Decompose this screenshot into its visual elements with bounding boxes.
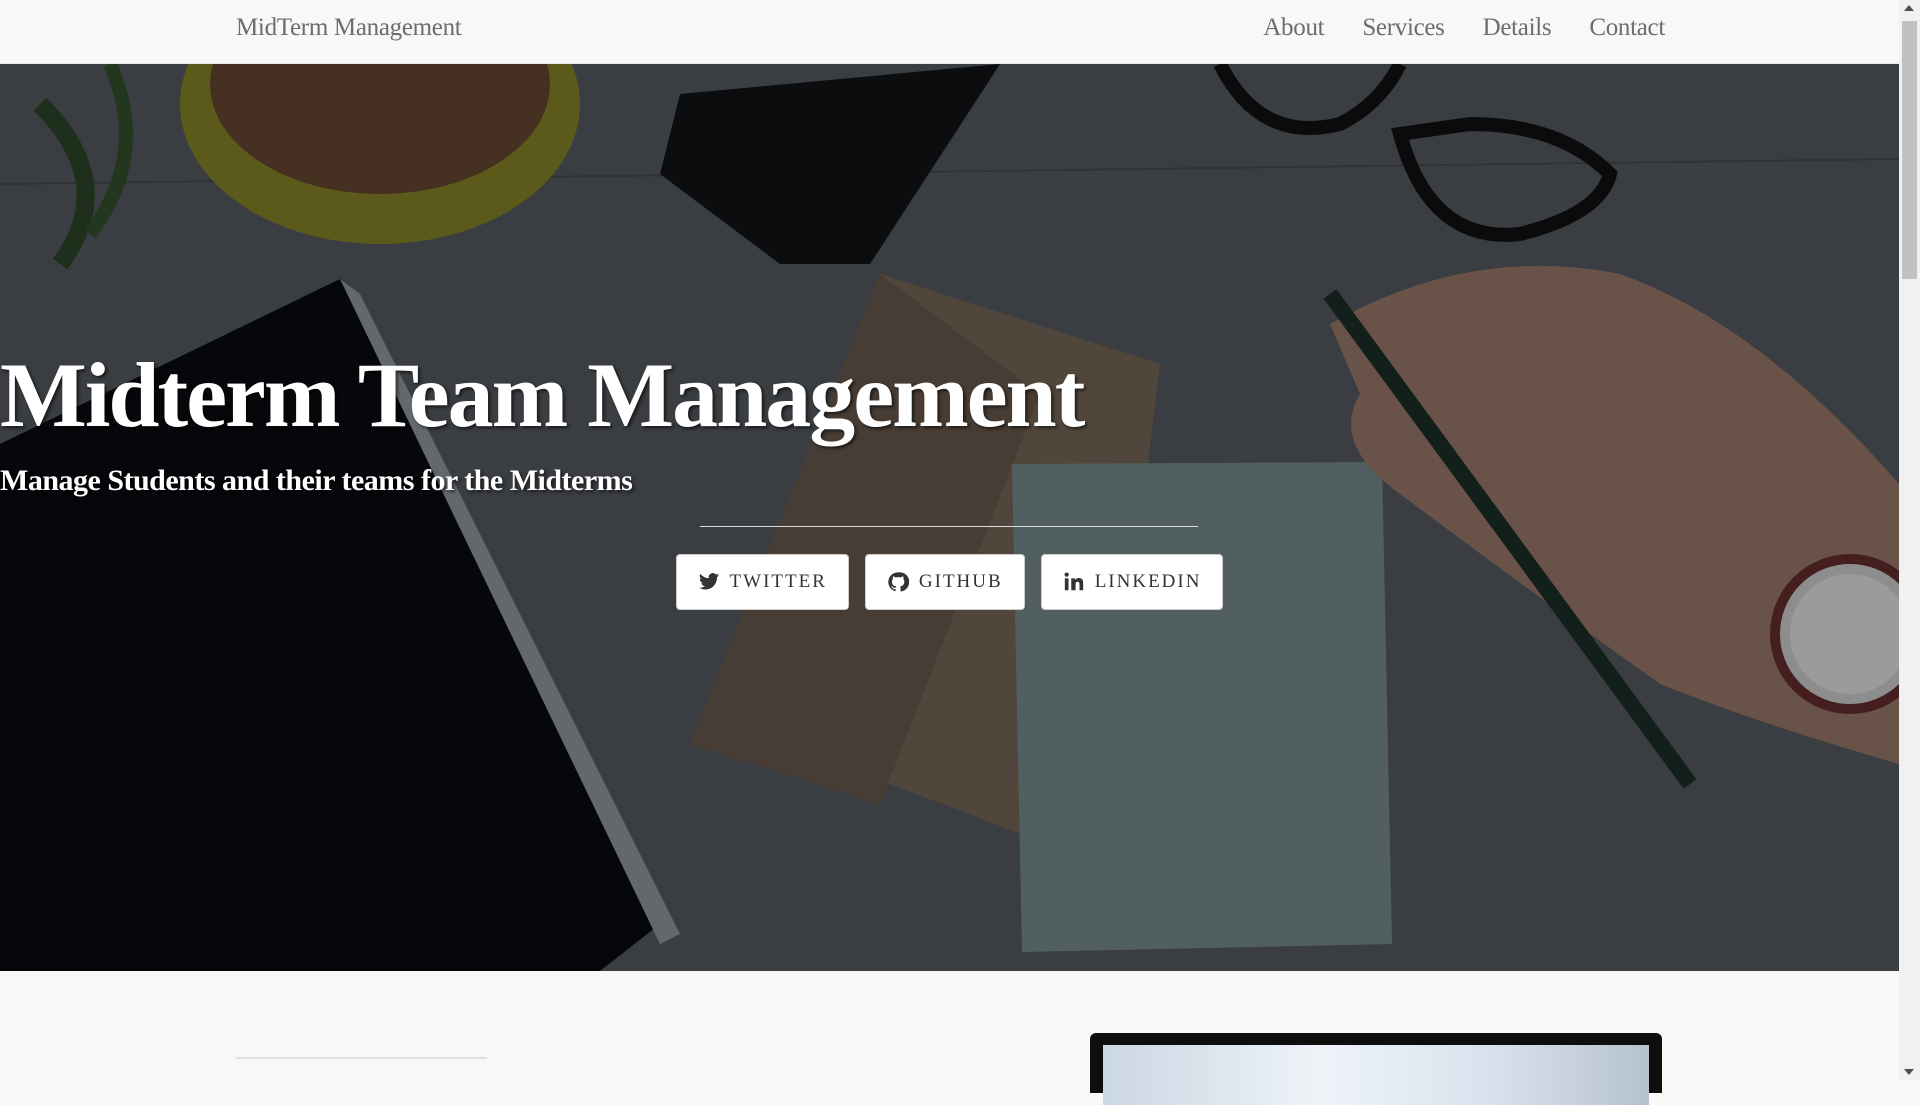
github-button[interactable]: Github: [864, 554, 1025, 610]
linkedin-label: Linkedin: [1094, 571, 1202, 592]
hero-section: Midterm Team Management Manage Students …: [0, 64, 1899, 971]
brand-link[interactable]: MidTerm Management: [236, 14, 462, 42]
scroll-down-arrow-icon[interactable]: [1904, 1069, 1914, 1075]
nav-about-link[interactable]: About: [1263, 14, 1324, 42]
hero-background-image: [0, 64, 1899, 971]
social-buttons: Twitter Github Linkedin: [0, 554, 1899, 610]
nav-services-link[interactable]: Services: [1362, 14, 1445, 42]
top-navbar: MidTerm Management About Services Detail…: [0, 0, 1899, 64]
device-screen: [1103, 1045, 1649, 1105]
nav-links: About Services Details Contact: [1263, 14, 1665, 42]
twitter-label: Twitter: [729, 571, 827, 592]
nav-details-link[interactable]: Details: [1483, 14, 1552, 42]
scroll-up-arrow-icon[interactable]: [1904, 5, 1914, 11]
nav-contact-link[interactable]: Contact: [1589, 14, 1665, 42]
device-mockup-image: [1090, 1033, 1662, 1105]
twitter-icon: [698, 573, 719, 590]
linkedin-button[interactable]: Linkedin: [1040, 554, 1224, 610]
hero-title: Midterm Team Management: [0, 344, 1085, 446]
hero-subtitle: Manage Students and their teams for the …: [0, 464, 633, 497]
linkedin-icon: [1064, 572, 1083, 591]
github-label: Github: [918, 571, 1003, 592]
hero-divider: [700, 526, 1198, 527]
vertical-scrollbar[interactable]: [1899, 0, 1920, 1080]
twitter-button[interactable]: Twitter: [675, 554, 849, 610]
scrollbar-thumb[interactable]: [1902, 21, 1917, 279]
github-icon: [888, 572, 909, 592]
section-divider: [236, 1057, 487, 1059]
